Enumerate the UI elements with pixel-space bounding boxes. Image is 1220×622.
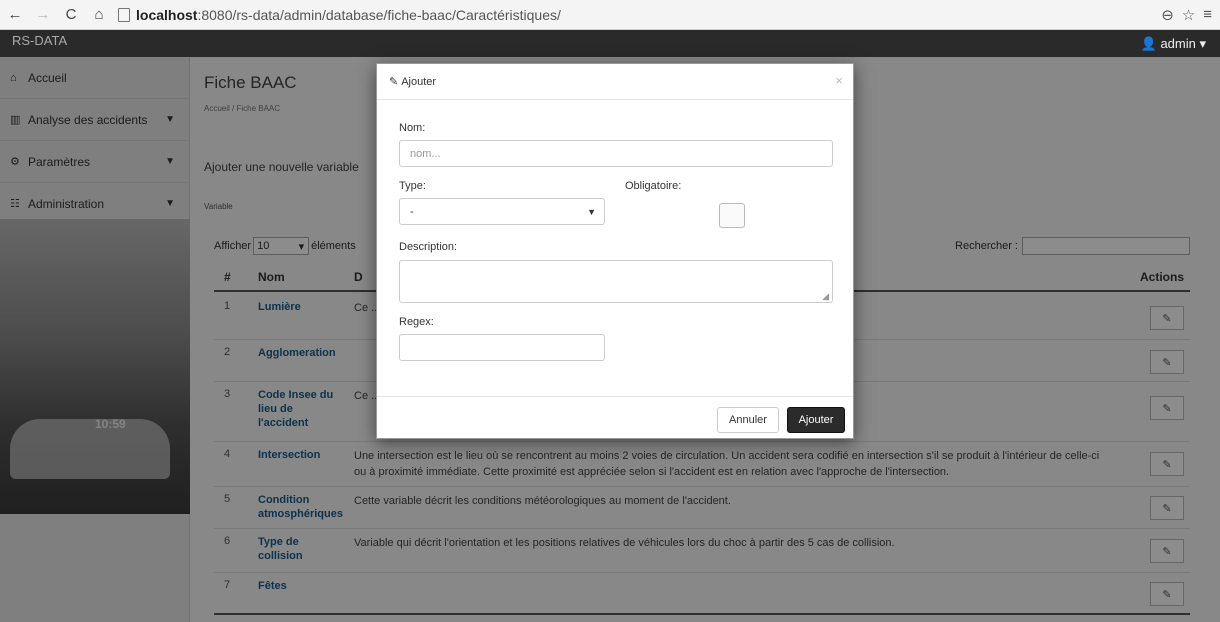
address-bar[interactable]: localhost:8080/rs-data/admin/database/fi… bbox=[118, 7, 561, 23]
url-host: localhost bbox=[136, 6, 198, 23]
app-topbar: RS-DATA 👤 admin ▾ bbox=[0, 30, 1220, 57]
cancel-button[interactable]: Annuler bbox=[717, 407, 779, 433]
obligatoire-checkbox[interactable] bbox=[719, 203, 745, 228]
back-icon[interactable]: ← bbox=[6, 6, 24, 23]
nom-label: Nom: bbox=[399, 122, 426, 134]
resize-handle-icon: ◢ bbox=[822, 291, 829, 301]
add-variable-modal: ✎ Ajouter × Nom: nom... Type: - ▼ Obliga… bbox=[376, 63, 854, 439]
home-icon[interactable]: ⌂ bbox=[90, 6, 108, 23]
browser-toolbar: ← → C ⌂ localhost:8080/rs-data/admin/dat… bbox=[0, 0, 1220, 30]
nom-placeholder: nom... bbox=[410, 147, 441, 160]
close-icon[interactable]: × bbox=[835, 73, 843, 88]
zoom-icon[interactable]: ⊖ bbox=[1161, 6, 1174, 24]
modal-title: Ajouter bbox=[401, 75, 437, 88]
user-menu[interactable]: 👤 admin ▾ bbox=[1141, 36, 1206, 52]
modal-header: ✎ Ajouter × bbox=[377, 64, 853, 100]
submit-button[interactable]: Ajouter bbox=[787, 407, 845, 433]
type-label: Type: bbox=[399, 180, 426, 192]
modal-footer: Annuler Ajouter bbox=[377, 396, 853, 439]
reload-icon[interactable]: C bbox=[62, 6, 80, 23]
user-name: admin bbox=[1160, 36, 1196, 51]
star-icon[interactable]: ☆ bbox=[1182, 6, 1195, 24]
app-brand[interactable]: RS-DATA bbox=[12, 33, 67, 48]
regex-input[interactable] bbox=[399, 334, 605, 361]
description-label: Description: bbox=[399, 241, 458, 253]
url-path: :8080/rs-data/admin/database/fiche-baac/… bbox=[197, 6, 561, 23]
forward-icon[interactable]: → bbox=[34, 6, 52, 23]
page-icon bbox=[118, 7, 130, 22]
chevron-down-icon: ▼ bbox=[587, 206, 596, 217]
menu-icon[interactable]: ≡ bbox=[1203, 6, 1212, 24]
nom-input[interactable]: nom... bbox=[399, 140, 833, 167]
browser-nav: ← → C ⌂ bbox=[0, 6, 108, 23]
description-textarea[interactable]: ◢ bbox=[399, 260, 833, 303]
regex-label: Regex: bbox=[399, 316, 434, 328]
browser-actions: ⊖ ☆ ≡ bbox=[1161, 6, 1212, 24]
type-value: - bbox=[410, 205, 414, 218]
type-select[interactable]: - ▼ bbox=[399, 198, 605, 225]
edit-icon: ✎ bbox=[389, 76, 399, 88]
obligatoire-label: Obligatoire: bbox=[625, 180, 682, 192]
